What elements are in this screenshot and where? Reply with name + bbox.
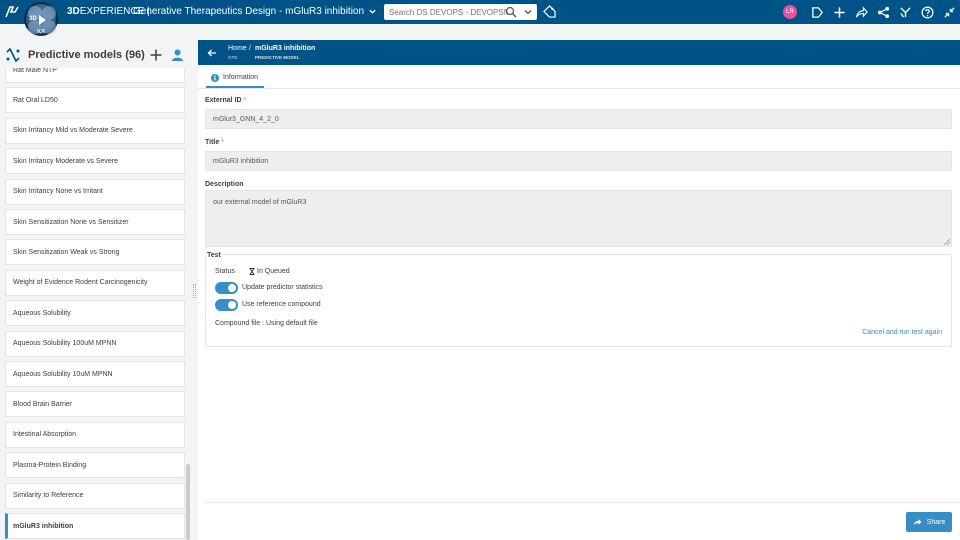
- update-predictor-toggle[interactable]: [215, 282, 238, 294]
- compass-vr-label: V,R: [37, 29, 45, 35]
- model-list-item[interactable]: Aqueous Solubility 100uM MPNN: [5, 330, 185, 357]
- use-reference-toggle[interactable]: [215, 299, 238, 311]
- model-list: Rat Male NTP Rat Oral LD50 Skin Irritancy …: [0, 68, 196, 540]
- model-list-item[interactable]: mGluR3 inhibition: [5, 513, 185, 539]
- user-icon: [171, 49, 183, 61]
- collaborative-apps-icon[interactable]: [899, 6, 912, 19]
- owner-filter-button[interactable]: [167, 45, 187, 65]
- breadcrumb-current: mGluR3 inhibition: [255, 45, 316, 52]
- model-list-item[interactable]: Rat Oral LD50: [5, 87, 185, 114]
- panel-splitter-handle[interactable]: [193, 284, 196, 298]
- search-box: [384, 4, 537, 20]
- model-list-item[interactable]: Plasma-Protein Binding: [5, 452, 185, 479]
- plus-icon[interactable]: [833, 6, 846, 19]
- plus-icon: [150, 49, 162, 61]
- add-model-button[interactable]: [146, 45, 166, 65]
- status-label: Status: [215, 268, 235, 275]
- external-id-field[interactable]: mGlur3_GNN_4_2_0: [205, 109, 952, 129]
- back-arrow-icon[interactable]: [207, 48, 217, 58]
- breadcrumb-type: PREDICTIVE MODEL: [255, 55, 300, 60]
- model-list-item[interactable]: Skin Sensitization Weak vs Strong: [5, 239, 185, 266]
- info-icon: [211, 73, 219, 82]
- app-title-dropdown[interactable]: Generative Therapeutics Design - mGluR3 …: [133, 6, 377, 17]
- use-reference-label: Use reference compound: [242, 301, 321, 308]
- search-scope-chevron-icon[interactable]: [522, 6, 534, 18]
- detail-header: Home / GTD mGluR3 inhibition PREDICTIVE …: [198, 40, 960, 65]
- test-section-title: Test: [206, 252, 222, 259]
- status-value: In Queued: [249, 268, 290, 275]
- ds-logo-icon[interactable]: [4, 4, 20, 20]
- model-list-item[interactable]: Weight of Evidence Rodent Carcinogenicit…: [5, 269, 185, 296]
- network-icon[interactable]: [877, 6, 890, 19]
- minimize-icon[interactable]: [943, 6, 956, 19]
- model-list-item[interactable]: Rat Male NTP: [5, 68, 185, 83]
- search-icon[interactable]: [505, 6, 517, 18]
- search-input[interactable]: [384, 7, 508, 17]
- share-label: Share: [926, 518, 946, 526]
- play-icon: [39, 15, 46, 25]
- model-list-item[interactable]: Skin Sensitization None vs Sensitizer: [5, 209, 185, 235]
- help-icon[interactable]: [921, 6, 934, 19]
- model-list-item[interactable]: Skin Irritancy Moderate vs Severe: [5, 148, 185, 175]
- model-list-item[interactable]: Aqueous Solubility 10uM MPNN: [5, 361, 185, 387]
- model-list-item[interactable]: Blood Brain Barrier: [5, 391, 185, 418]
- right-panel: Home / GTD mGluR3 inhibition PREDICTIVE …: [198, 40, 960, 540]
- tab-information-label: Information: [223, 74, 259, 81]
- breadcrumb-separator: /: [249, 45, 251, 52]
- left-panel-title: Predictive models (96): [28, 49, 145, 61]
- title-label: Title *: [205, 139, 224, 146]
- tag-icon[interactable]: [543, 5, 556, 18]
- description-label: Description: [205, 181, 244, 188]
- footer-divider: [205, 502, 960, 503]
- left-panel: Predictive models (96) Rat Male NTP Rat O…: [0, 40, 196, 540]
- chevron-down-icon: [369, 9, 376, 14]
- share-arrow-icon[interactable]: [855, 5, 868, 19]
- model-list-item[interactable]: Similarity to Reference: [5, 482, 185, 509]
- breadcrumb-home-subtitle: GTD: [228, 55, 238, 60]
- description-text: our external model of mGluR3: [213, 199, 307, 206]
- user-avatar[interactable]: LR: [783, 5, 797, 19]
- share-button[interactable]: Share: [906, 512, 952, 532]
- top-bar: 3DEXPERIENCE | Generative Therapeutics D…: [0, 0, 960, 24]
- resize-grip-icon[interactable]: [944, 239, 950, 245]
- list-scrollbar[interactable]: [186, 464, 190, 540]
- left-panel-header: Predictive models (96): [0, 40, 196, 70]
- description-field[interactable]: our external model of mGluR3: [205, 190, 952, 247]
- app-title: Generative Therapeutics Design - mGluR3 …: [133, 6, 365, 17]
- compass-3d-label: 3D: [29, 16, 37, 22]
- tab-information[interactable]: Information: [206, 69, 264, 88]
- predictive-model-icon: [6, 48, 20, 62]
- model-list-item[interactable]: Skin Irritancy Mild vs Moderate Severe: [5, 117, 185, 144]
- model-list-item[interactable]: Skin Irritancy None vs Irritant: [5, 178, 185, 205]
- top-right-toolbar: LR: [783, 0, 960, 24]
- title-field[interactable]: mGluR3 inhibition: [205, 151, 952, 171]
- share-arrow-icon: [913, 519, 922, 526]
- model-list-item[interactable]: Aqueous Solubility: [5, 300, 185, 327]
- compass-widget[interactable]: 3D V,R: [24, 2, 58, 36]
- tab-divider: [198, 88, 960, 89]
- breadcrumb-home[interactable]: Home: [228, 45, 247, 52]
- model-list-item[interactable]: Intestinal Absorption: [5, 421, 185, 448]
- external-id-label: External ID *: [205, 97, 247, 104]
- label-icon[interactable]: [811, 6, 824, 19]
- compound-file-text: Compound file : Using default file: [215, 320, 318, 327]
- cancel-and-run-link[interactable]: Cancel and run test again: [862, 329, 942, 336]
- hourglass-icon: [249, 268, 255, 275]
- update-predictor-label: Update predictor statistics: [242, 284, 323, 291]
